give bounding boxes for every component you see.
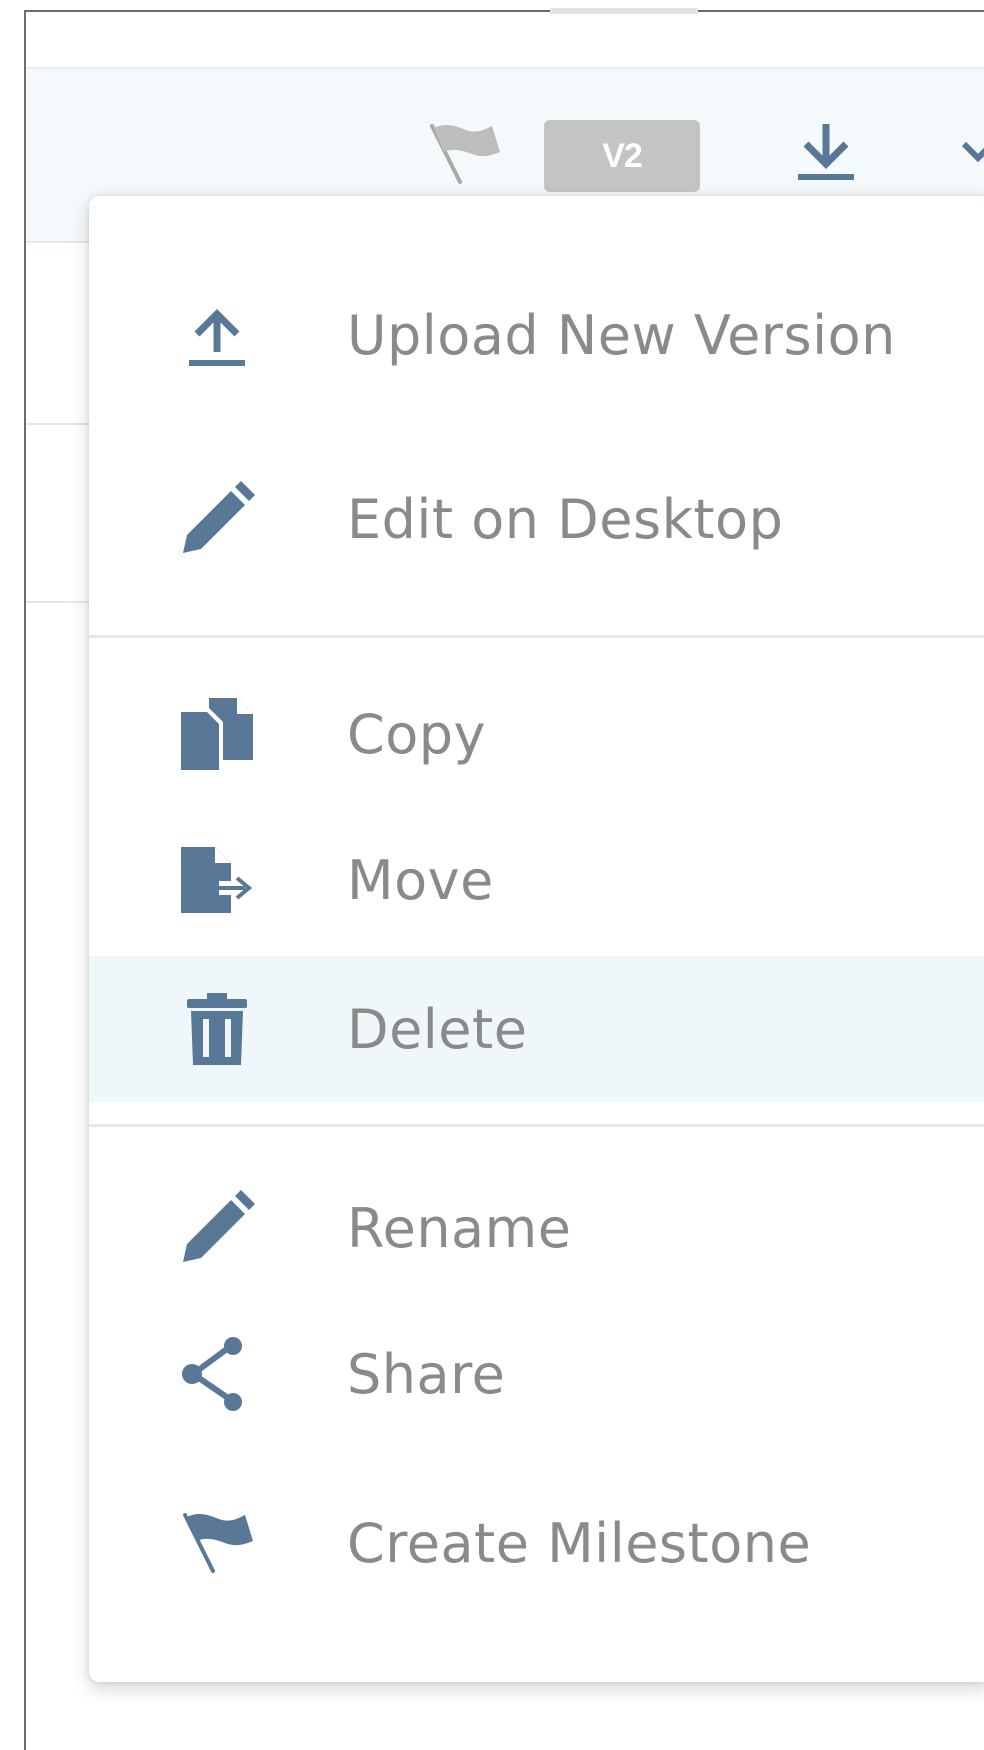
menu-item-label: Copy (347, 702, 486, 766)
upload-icon (179, 290, 255, 380)
flag-icon (179, 1498, 255, 1588)
menu-item-label: Edit on Desktop (347, 487, 784, 551)
menu-item-edit-on-desktop[interactable]: Edit on Desktop (89, 474, 984, 564)
menu-item-label: Share (347, 1342, 506, 1406)
menu-item-label: Upload New Version (347, 303, 896, 367)
pencil-icon (179, 474, 255, 564)
trash-icon (179, 984, 255, 1074)
menu-item-share[interactable]: Share (89, 1329, 984, 1419)
menu-item-copy[interactable]: Copy (89, 689, 984, 779)
row-divider (26, 601, 96, 603)
menu-item-create-milestone[interactable]: Create Milestone (89, 1498, 984, 1588)
menu-item-label: Create Milestone (347, 1511, 812, 1575)
share-icon (179, 1329, 255, 1419)
pencil-icon (179, 1183, 255, 1273)
menu-item-label: Move (347, 848, 494, 912)
row-divider (26, 423, 96, 425)
menu-item-upload-new-version[interactable]: Upload New Version (89, 290, 984, 380)
menu-item-label: Delete (347, 997, 528, 1061)
download-icon[interactable] (794, 118, 858, 186)
copy-icon (179, 689, 255, 779)
context-menu: Upload New Version Edit on Desktop Copy (89, 196, 984, 1682)
menu-item-move[interactable]: Move (89, 835, 984, 925)
version-badge: V2 (544, 120, 700, 192)
chevron-down-icon[interactable] (960, 138, 984, 168)
menu-item-rename[interactable]: Rename (89, 1183, 984, 1273)
menu-divider (89, 635, 984, 638)
flag-icon[interactable] (426, 122, 502, 186)
menu-divider (89, 1124, 984, 1127)
menu-item-delete[interactable]: Delete (89, 956, 984, 1102)
top-tab-indicator (550, 8, 698, 14)
menu-item-label: Rename (347, 1196, 572, 1260)
move-icon (179, 835, 255, 925)
